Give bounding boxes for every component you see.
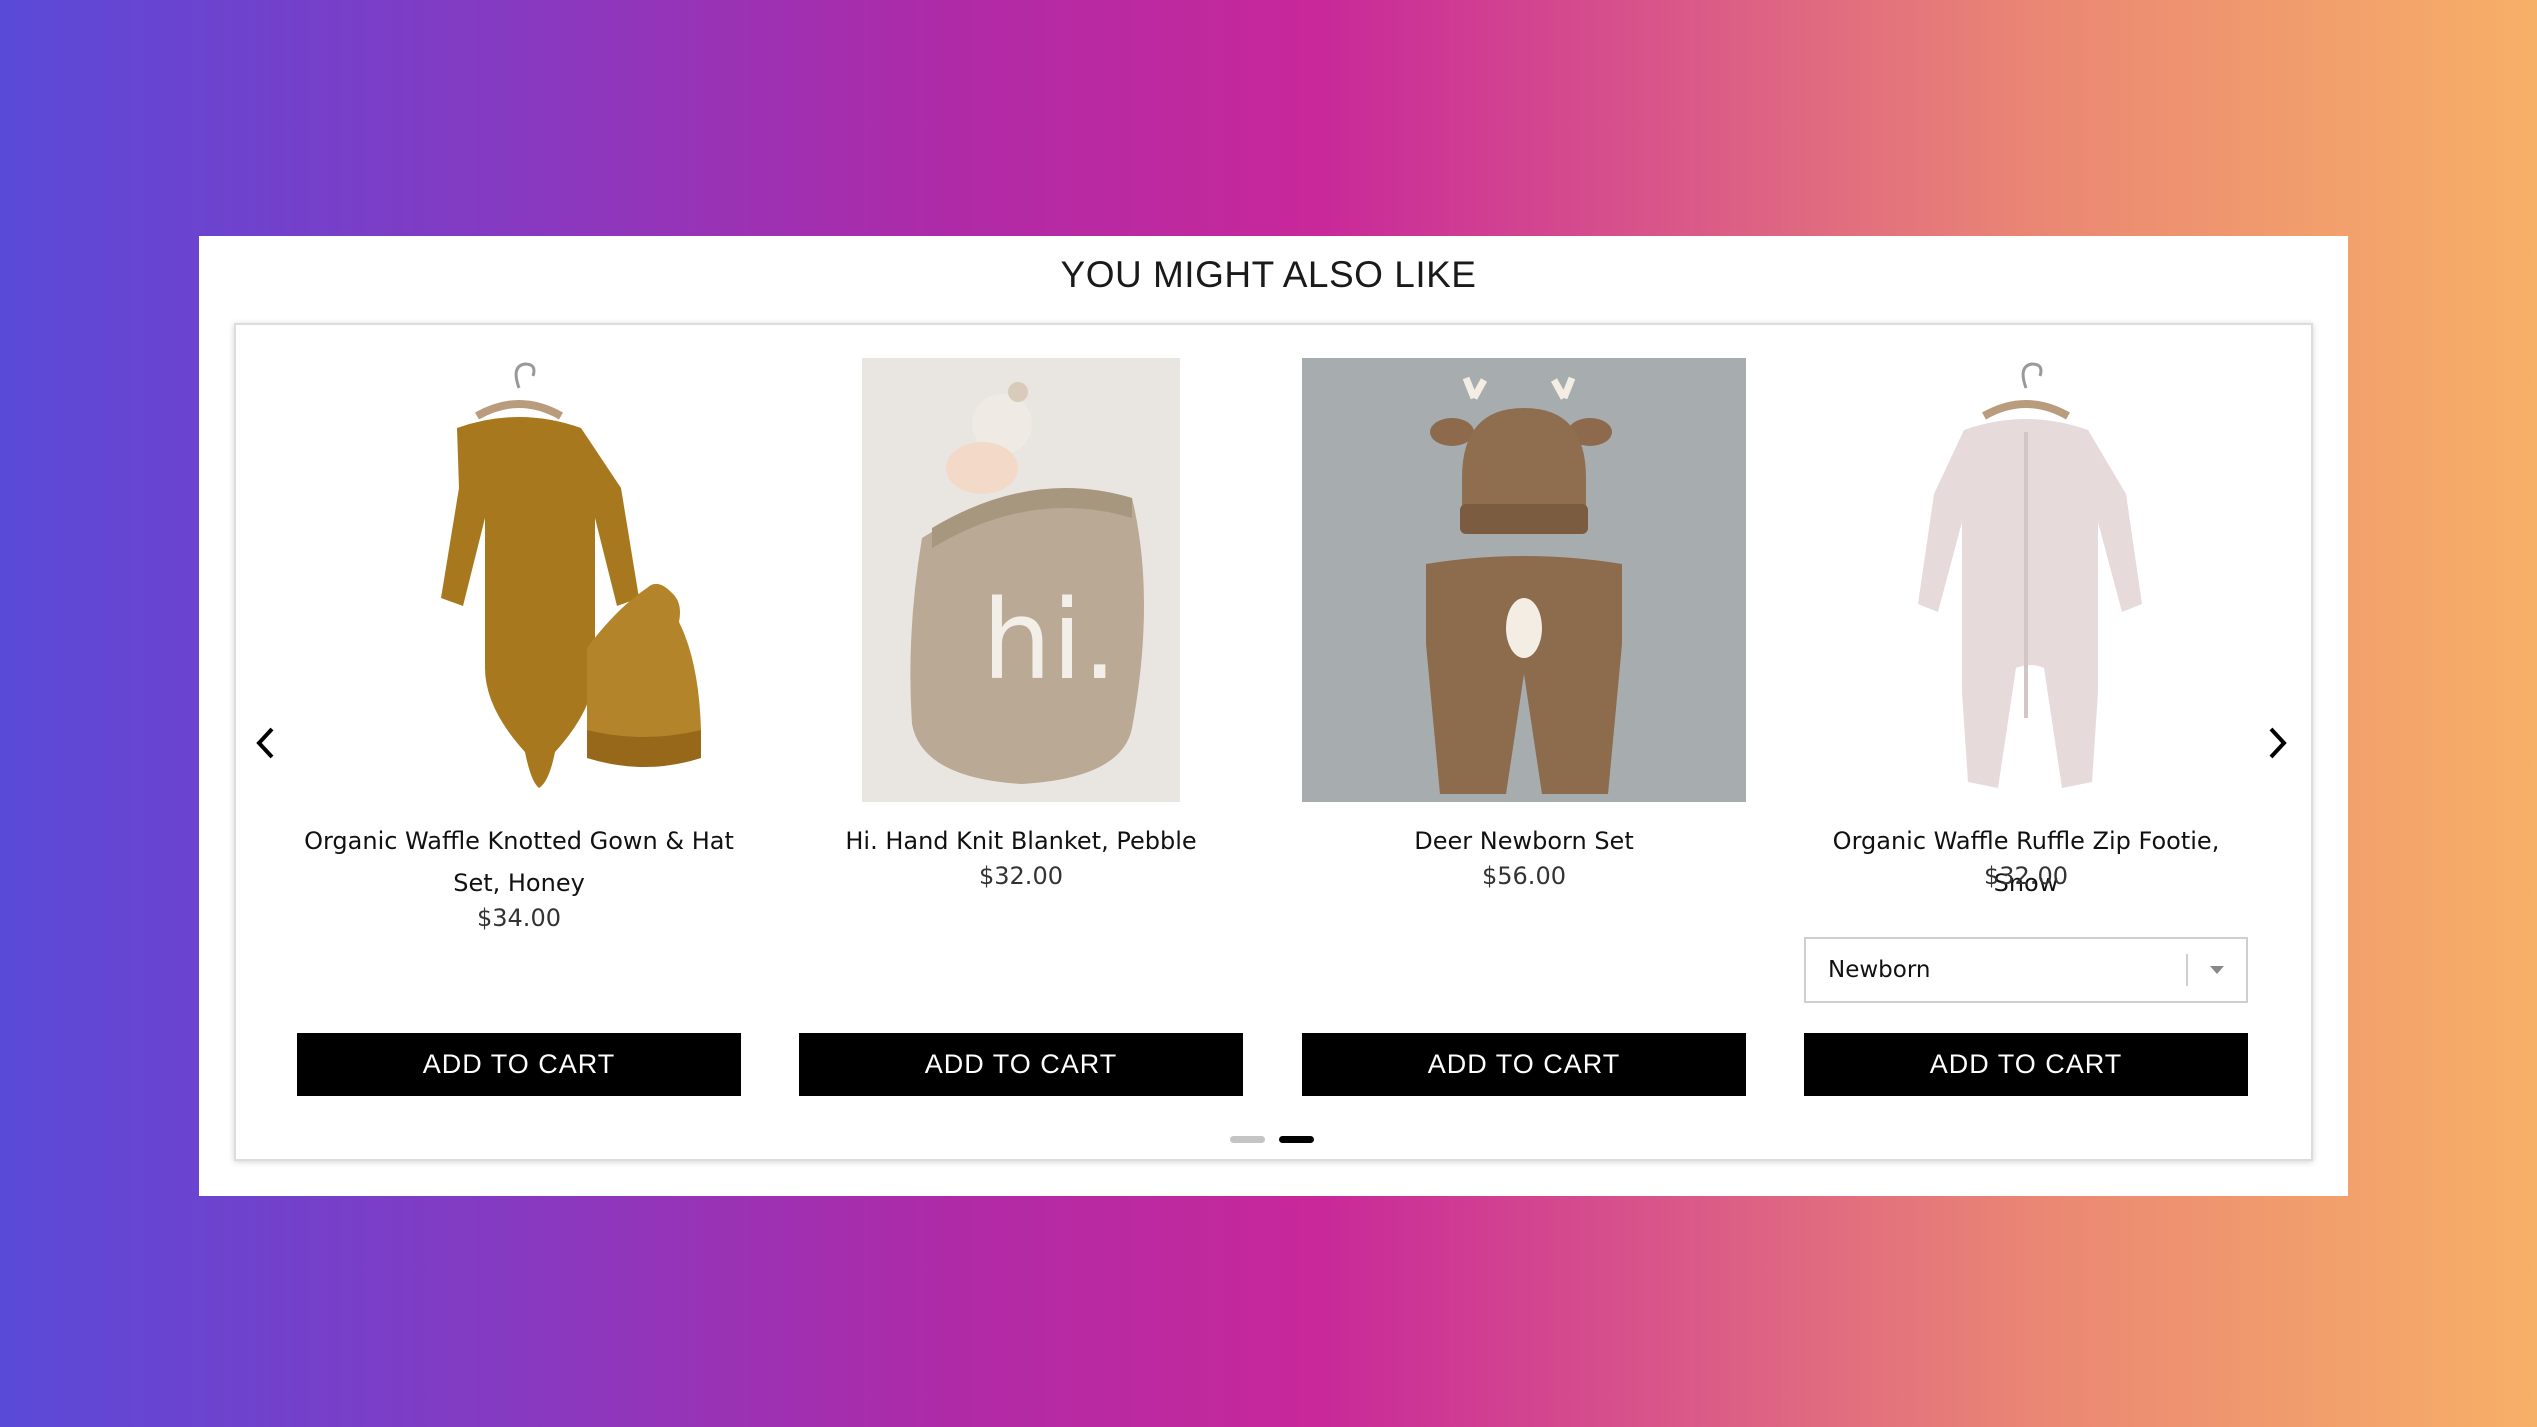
svg-text:hi.: hi. [982, 576, 1117, 704]
size-select-value: Newborn [1828, 957, 1931, 983]
carousel-dot-1[interactable] [1230, 1136, 1265, 1143]
chevron-down-icon [2188, 965, 2246, 975]
add-to-cart-button[interactable]: ADD TO CART [1804, 1033, 2248, 1096]
product-title[interactable]: Organic Waffle Knotted Gown & Hat Set, H… [297, 820, 741, 904]
chevron-right-icon [2269, 727, 2287, 759]
carousel-next-button[interactable] [2255, 718, 2299, 768]
add-to-cart-button[interactable]: ADD TO CART [799, 1033, 1243, 1096]
product-price: $32.00 [1984, 862, 2068, 890]
carousel-dot-2[interactable] [1279, 1136, 1314, 1143]
product-price: $56.00 [1482, 862, 1566, 890]
product-title[interactable]: Hi. Hand Knit Blanket, Pebble [799, 820, 1243, 862]
carousel-pagination [1230, 1136, 1314, 1143]
product-image[interactable] [1804, 358, 2248, 802]
add-to-cart-button[interactable]: ADD TO CART [1302, 1033, 1746, 1096]
size-select[interactable]: Newborn [1804, 937, 2248, 1003]
section-heading: YOU MIGHT ALSO LIKE [1060, 254, 1477, 295]
product-price: $34.00 [477, 904, 561, 932]
carousel-prev-button[interactable] [244, 718, 288, 768]
product-image[interactable] [1302, 358, 1746, 802]
add-to-cart-button[interactable]: ADD TO CART [297, 1033, 741, 1096]
product-title[interactable]: Deer Newborn Set [1302, 820, 1746, 862]
product-image[interactable]: hi. [862, 358, 1180, 802]
chevron-left-icon [256, 727, 274, 759]
product-image[interactable] [297, 358, 741, 802]
product-price: $32.00 [979, 862, 1063, 890]
